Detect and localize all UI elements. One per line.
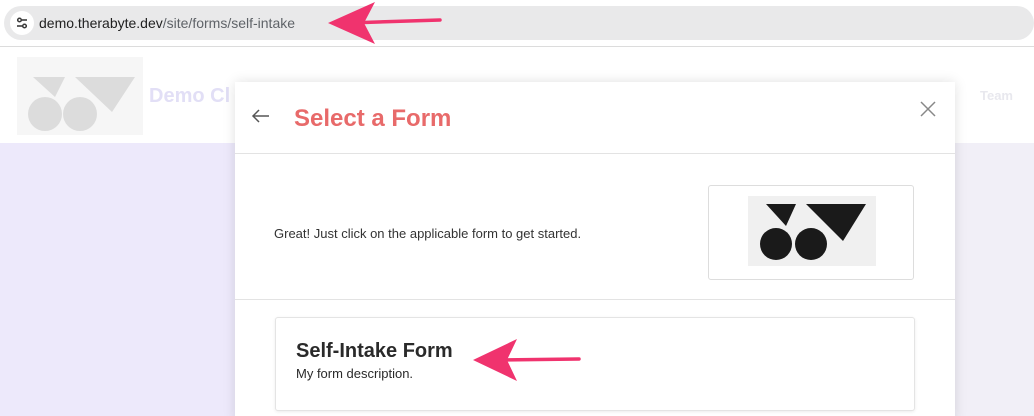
brand-logo-icon — [748, 196, 876, 266]
logo-card — [708, 185, 914, 280]
modal-title: Select a Form — [294, 105, 452, 132]
close-icon[interactable] — [917, 98, 939, 120]
url-path: /site/forms/self-intake — [162, 15, 296, 31]
tune-icon[interactable] — [10, 11, 34, 35]
site-body-edge — [955, 143, 1034, 416]
url-pointer-arrow — [328, 2, 442, 44]
nav-item-team[interactable]: Team — [980, 88, 1013, 103]
form-card-self-intake[interactable]: Self-Intake Form My form description. — [275, 317, 915, 411]
browser-address-bar: demo.therabyte.dev/site/forms/self-intak… — [0, 0, 1034, 47]
select-form-modal: Select a Form Great! Just click on the a… — [235, 82, 955, 416]
url-field[interactable]: demo.therabyte.dev/site/forms/self-intak… — [4, 6, 1034, 40]
form-name: Self-Intake Form — [296, 340, 453, 362]
brand-logo-icon — [17, 57, 143, 135]
form-pointer-arrow — [473, 339, 581, 381]
modal-header: Select a Form — [235, 82, 955, 154]
intro-text: Great! Just click on the applicable form… — [274, 226, 582, 241]
url-text: demo.therabyte.dev/site/forms/self-intak… — [39, 15, 295, 31]
intro-section: Great! Just click on the applicable form… — [235, 154, 955, 300]
form-description: My form description. — [296, 366, 414, 381]
site-title: Demo Cl — [149, 85, 231, 107]
arrow-left-icon[interactable] — [249, 104, 273, 128]
url-host: demo.therabyte.dev — [39, 15, 163, 31]
